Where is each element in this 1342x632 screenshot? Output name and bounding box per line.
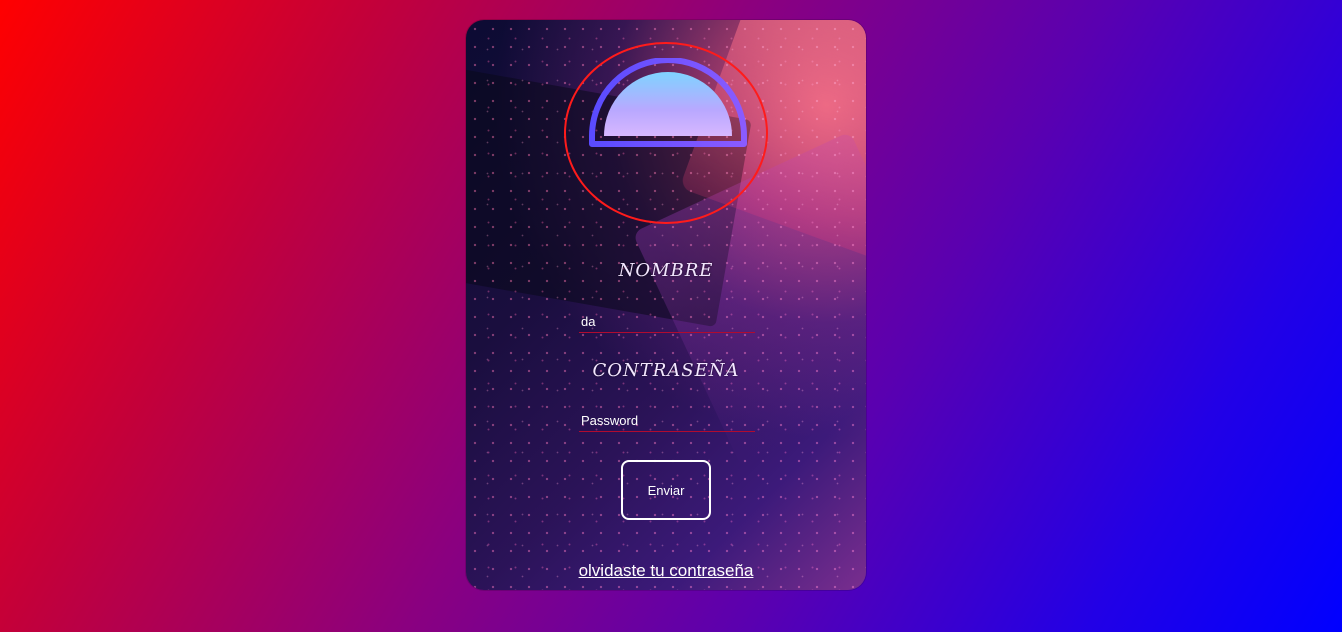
sunset-logo-icon [587,58,749,207]
login-card: NOMBRE CONTRASEÑA Enviar olvidaste tu co… [466,20,866,590]
username-input[interactable] [579,310,755,333]
username-label: NOMBRE [618,260,714,281]
password-input[interactable] [579,409,755,432]
logo-ring [564,42,768,224]
submit-button[interactable]: Enviar [621,460,711,520]
password-label: CONTRASEÑA [592,360,740,381]
forgot-password-link[interactable]: olvidaste tu contraseña [466,561,866,581]
